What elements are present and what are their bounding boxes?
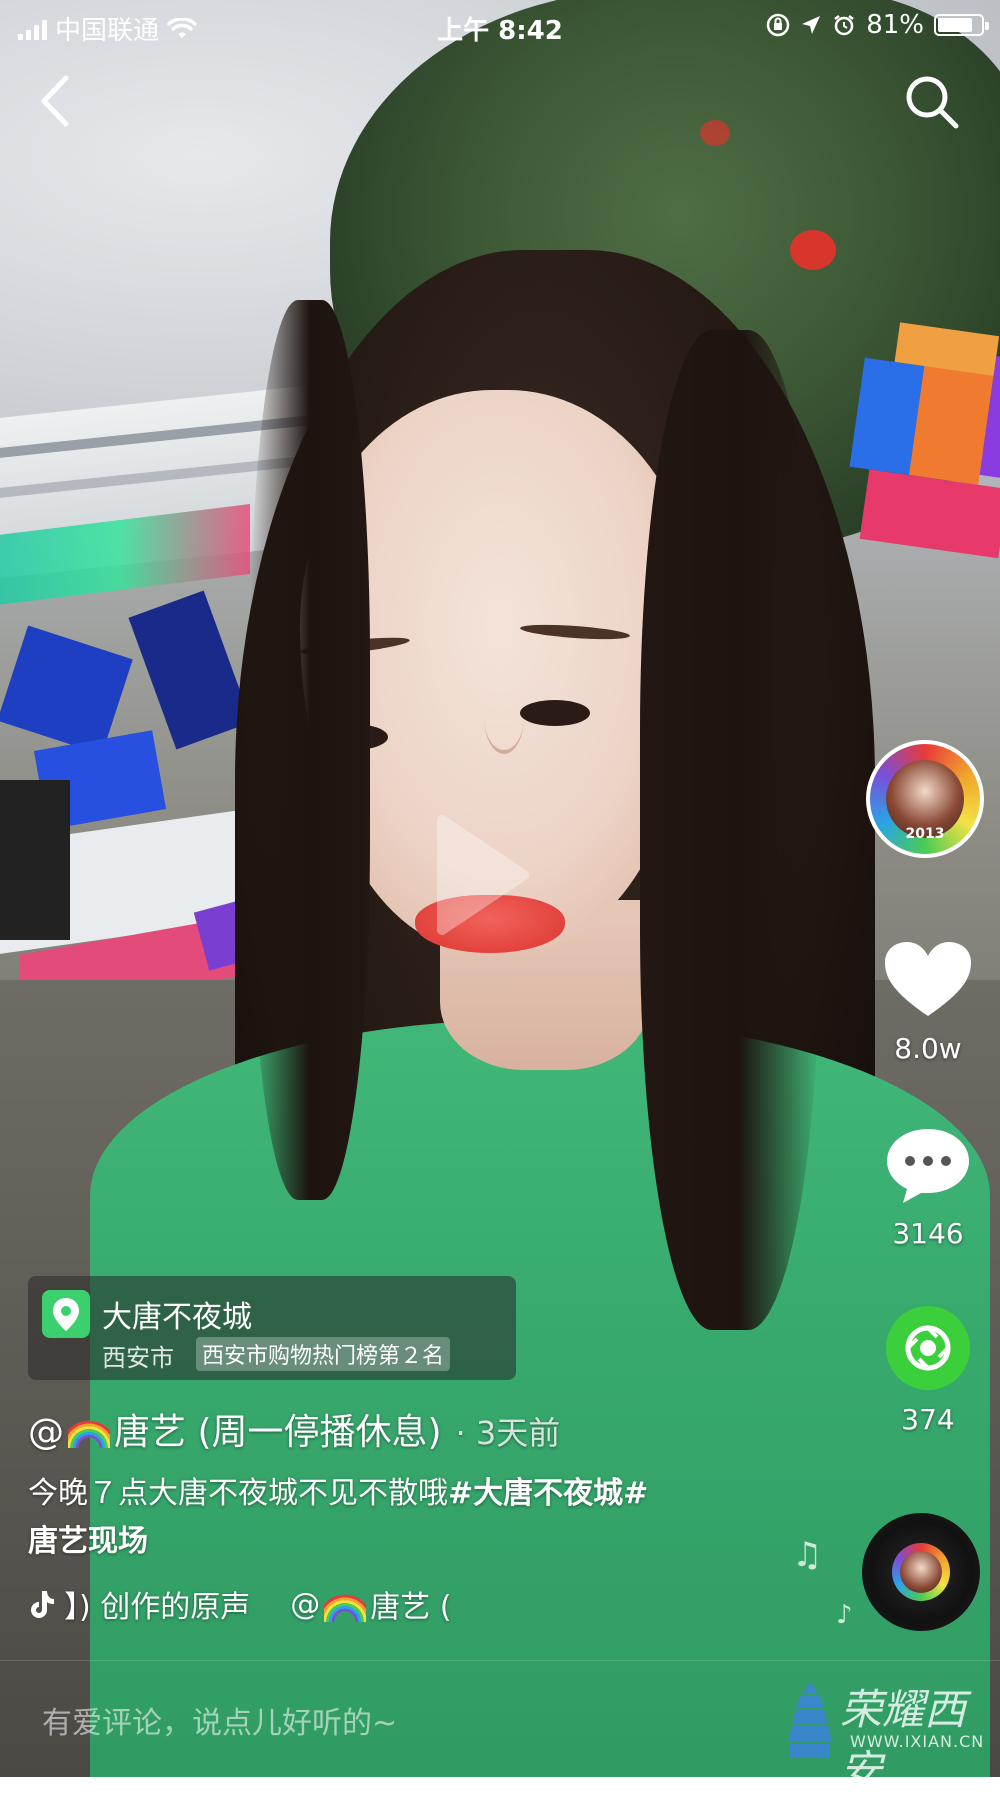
status-right: 81% (766, 10, 989, 40)
status-bar: 中国联通 上午 8:42 81% (0, 0, 1000, 52)
back-button[interactable] (28, 66, 88, 136)
like-button[interactable]: 8.0w (878, 940, 978, 1065)
share-button[interactable]: 374 (878, 1305, 978, 1436)
author-at: @ (28, 1412, 64, 1453)
music-disc-cover (892, 1543, 950, 1601)
hashtag-link[interactable]: 唐艺现场 (28, 1524, 148, 1559)
rotation-lock-icon (766, 13, 790, 37)
hair-strand-right (640, 330, 820, 1330)
avatar-tag: 2013 (905, 826, 945, 842)
location-rank-badge: 西安市购物热门榜第２名 (196, 1337, 451, 1371)
comment-bubble-icon (887, 1129, 969, 1203)
music-note-icon: ♪ (836, 1600, 853, 1630)
music-disc-button[interactable] (862, 1513, 980, 1631)
alarm-icon (834, 15, 854, 36)
search-icon (906, 76, 959, 129)
moments-share-icon (886, 1306, 970, 1390)
rainbow-emoji-icon (68, 1420, 110, 1448)
like-count: 8.0w (894, 1032, 962, 1065)
author-line[interactable]: @ 唐艺 (周一停播休息) · 3天前 (28, 1403, 560, 1455)
battery-icon (934, 14, 989, 36)
location-arrow-icon (802, 16, 821, 34)
location-card[interactable]: 大唐不夜城 西安市 西安市购物热门榜第２名 (28, 1276, 516, 1380)
green-sweater (90, 1020, 990, 1777)
video-caption: 今晚７点大唐不夜城不见不散哦#大唐不夜城# 唐艺现场 (28, 1470, 768, 1566)
post-time: · 3天前 (455, 1414, 561, 1452)
author-name[interactable]: 唐艺 (周一停播休息) (114, 1403, 442, 1455)
red-lantern (700, 120, 730, 146)
hair-strand-left (250, 300, 370, 1200)
divider (0, 1660, 1000, 1661)
location-city: 西安市 (102, 1344, 174, 1372)
chevron-left-icon (41, 75, 69, 127)
tower-logo-icon (788, 1682, 832, 1758)
red-lantern (790, 230, 836, 270)
heart-icon (885, 942, 971, 1016)
comment-button[interactable]: 3146 (878, 1125, 978, 1250)
eye-right (520, 700, 590, 726)
music-info[interactable]: 】) 创作的原声 @ 唐艺 ( (28, 1582, 548, 1626)
location-name: 大唐不夜城 (102, 1300, 252, 1335)
rainbow-emoji-icon (324, 1594, 367, 1622)
comment-count: 3146 (892, 1217, 964, 1250)
location-pin-icon (42, 1290, 90, 1338)
search-button[interactable] (900, 70, 964, 134)
tiktok-note-icon (31, 1591, 54, 1618)
hashtag-link[interactable]: #大唐不夜城# (448, 1476, 648, 1511)
music-title: 】) 创作的原声 (64, 1590, 251, 1625)
caption-text: 今晚７点大唐不夜城不见不散哦 (28, 1476, 448, 1511)
comment-input[interactable]: 有爱评论，说点儿好听的~ (42, 1698, 397, 1742)
music-author: 唐艺 ( (370, 1590, 452, 1625)
battery-percent: 81% (866, 10, 924, 40)
music-note-icon: ♫ (792, 1535, 823, 1575)
play-icon[interactable] (432, 810, 532, 940)
watermark-url: WWW.IXIAN.CN (850, 1732, 985, 1751)
site-watermark: 荣耀西安 WWW.IXIAN.CN (780, 1668, 995, 1795)
nose (484, 680, 524, 754)
share-count: 374 (901, 1403, 955, 1436)
music-author-at: @ (290, 1586, 321, 1622)
author-avatar[interactable]: 2013 (866, 740, 984, 858)
